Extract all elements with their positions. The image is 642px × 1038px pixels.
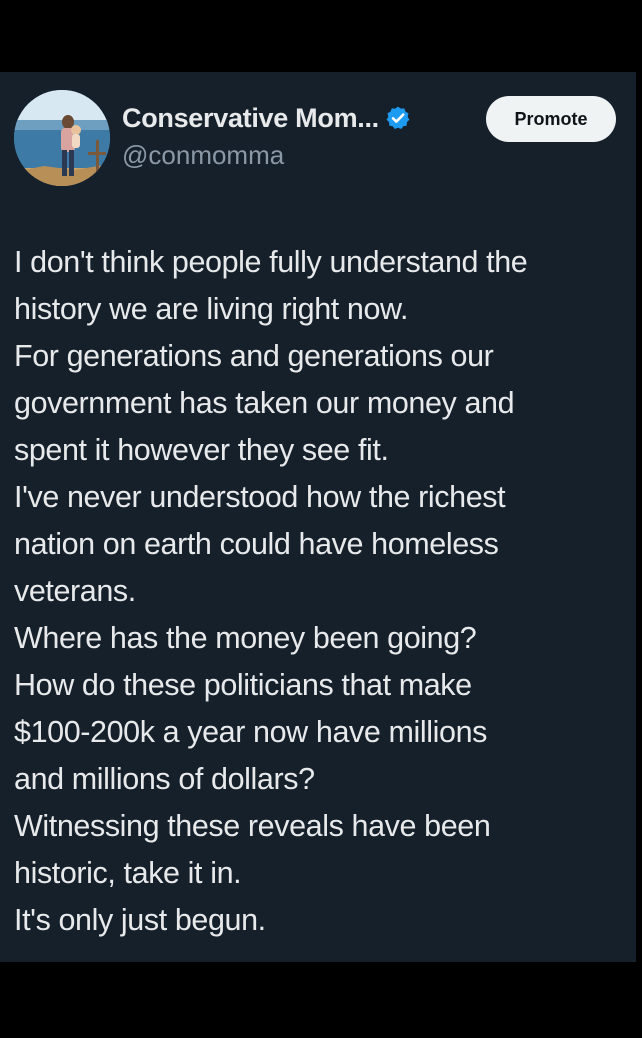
- tweet-text-line: Where has the money been going?: [14, 621, 477, 655]
- user-handle[interactable]: @conmomma: [122, 140, 411, 171]
- display-name[interactable]: Conservative Mom...: [122, 103, 379, 134]
- tweet-text-line: $100-200k a year now have millions: [14, 715, 487, 749]
- bottom-black-bar: [0, 962, 642, 1038]
- tweet-text-line: government has taken our money and: [14, 386, 515, 420]
- tweet-text: I don't think people fully understand th…: [14, 239, 630, 944]
- display-name-row: Conservative Mom...: [122, 100, 411, 136]
- tweet-text-line: nation on earth could have homeless: [14, 527, 499, 561]
- avatar[interactable]: [14, 90, 110, 186]
- top-black-bar: [0, 0, 642, 72]
- verified-badge-icon: [385, 105, 411, 131]
- tweet-text-line: I've never understood how the richest: [14, 480, 506, 514]
- tweet-text-line: I don't think people fully understand th…: [14, 245, 528, 279]
- tweet-text-line: How do these politicians that make: [14, 668, 472, 702]
- tweet-text-line: spent it however they see fit.: [14, 433, 389, 467]
- tweet-text-line: It's only just begun.: [14, 903, 266, 937]
- right-edge-bar: [636, 72, 642, 962]
- tweet-text-line: Witnessing these reveals have been: [14, 809, 491, 843]
- tweet-text-line: historic, take it in.: [14, 856, 242, 890]
- promote-button[interactable]: Promote: [486, 96, 616, 142]
- tweet-text-line: veterans.: [14, 574, 136, 608]
- tweet-text-line: For generations and generations our: [14, 339, 494, 373]
- tweet-text-line: and millions of dollars?: [14, 762, 315, 796]
- avatar-photo: [14, 90, 110, 186]
- tweet-card: Conservative Mom... @conmomma Promote I …: [0, 72, 636, 962]
- tweet-text-line: history we are living right now.: [14, 292, 409, 326]
- tweet-header: Conservative Mom... @conmomma: [122, 100, 411, 171]
